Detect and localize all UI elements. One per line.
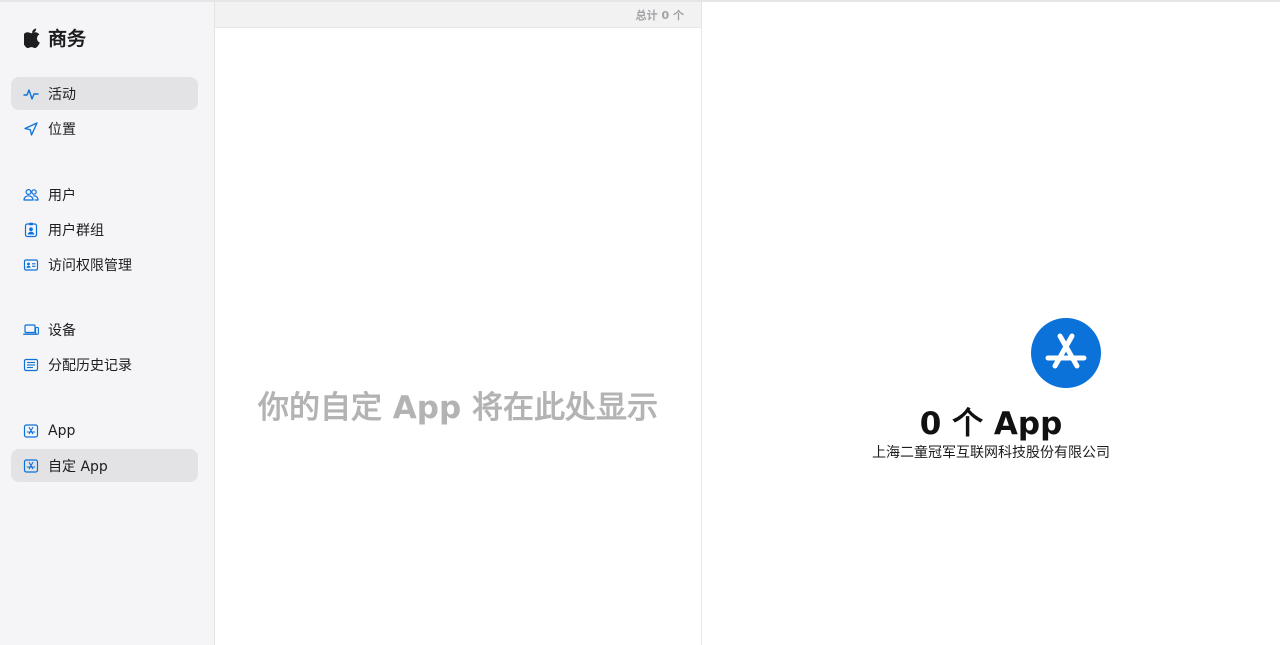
sidebar-item-assignment-history[interactable]: 分配历史记录 <box>11 348 198 381</box>
app-store-square-icon <box>23 458 39 474</box>
sidebar-item-label: 设备 <box>48 322 76 339</box>
sidebar-item-label: 用户群组 <box>48 222 104 239</box>
sidebar-item-label: 分配历史记录 <box>48 357 132 374</box>
sidebar-item-label: 自定 App <box>48 458 108 475</box>
activity-icon <box>23 86 39 102</box>
app-window: 商务 活动 位置 用户 用户群组 访问权限管理 设备 分配历史记录 App 自定… <box>0 0 1280 645</box>
brand-title: 商务 <box>48 28 87 50</box>
list-history-icon <box>23 357 39 373</box>
sidebar-item-label: 访问权限管理 <box>48 257 132 274</box>
sidebar-item-user-groups[interactable]: 用户群组 <box>11 213 198 246</box>
app-count-title: 0 个 App <box>919 406 1063 442</box>
brand[interactable]: 商务 <box>24 24 86 51</box>
sidebar-item-apps[interactable]: App <box>11 414 198 447</box>
location-arrow-icon <box>23 121 39 137</box>
user-group-badge-icon <box>23 222 39 238</box>
total-count: 总计 0 个 <box>635 8 684 22</box>
organization-name: 上海二童冠军互联网科技股份有限公司 <box>872 445 1110 461</box>
users-icon <box>23 187 39 203</box>
list-header: 总计 0 个 <box>215 2 701 28</box>
sidebar: 商务 活动 位置 用户 用户群组 访问权限管理 设备 分配历史记录 App 自定… <box>0 2 215 645</box>
sidebar-item-devices[interactable]: 设备 <box>11 313 198 346</box>
id-card-icon <box>23 257 39 273</box>
empty-state-message: 你的自定 App 将在此处显示 <box>258 390 658 426</box>
sidebar-item-label: 用户 <box>48 187 76 204</box>
sidebar-item-label: 活动 <box>48 86 76 103</box>
app-store-square-icon <box>23 423 39 439</box>
laptop-icon <box>23 322 39 338</box>
detail-pane: 0 个 App 上海二童冠军互联网科技股份有限公司 <box>702 2 1280 645</box>
sidebar-item-custom-apps[interactable]: 自定 App <box>11 449 198 482</box>
sidebar-item-activity[interactable]: 活动 <box>11 77 198 110</box>
sidebar-item-label: 位置 <box>48 121 76 138</box>
app-store-icon <box>1031 318 1101 388</box>
sidebar-item-location[interactable]: 位置 <box>11 112 198 145</box>
sidebar-item-access-management[interactable]: 访问权限管理 <box>11 248 198 281</box>
sidebar-item-label: App <box>48 422 76 439</box>
sidebar-item-users[interactable]: 用户 <box>11 178 198 211</box>
apple-logo-icon <box>24 28 40 48</box>
app-list-pane: 总计 0 个 你的自定 App 将在此处显示 <box>215 2 702 645</box>
